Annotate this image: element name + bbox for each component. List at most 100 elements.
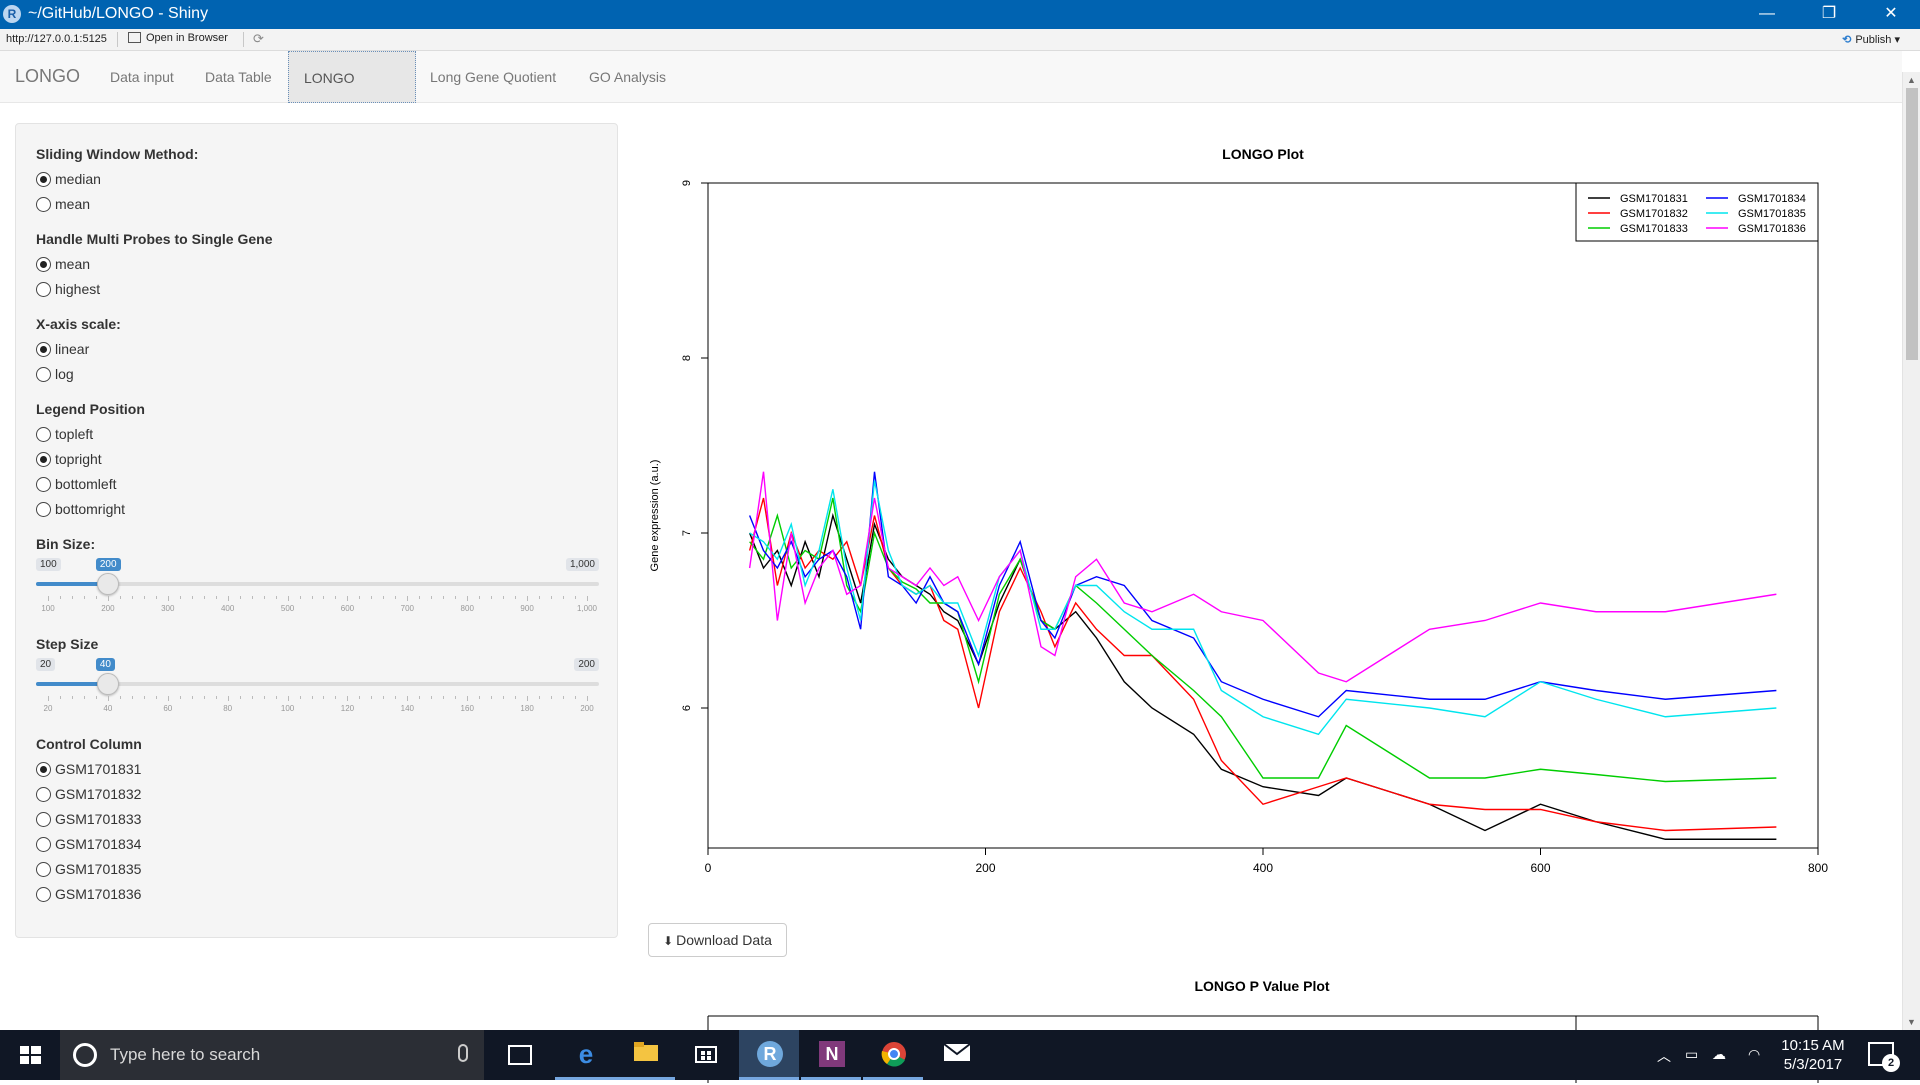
slider-minor-tick	[419, 696, 421, 699]
slider-track[interactable]	[36, 582, 599, 586]
radio-topright[interactable]: topright	[36, 449, 102, 469]
download-data-button[interactable]: ⬇ Download Data	[648, 923, 787, 957]
slider-minor-tick	[515, 596, 517, 599]
action-center-icon[interactable]: 2	[1868, 1042, 1900, 1072]
radio-label: GSM1701833	[55, 811, 142, 827]
edge-app[interactable]: e	[555, 1030, 615, 1080]
radio-gsm1701836[interactable]: GSM1701836	[36, 884, 141, 904]
open-in-browser-button[interactable]: Open in Browser	[128, 32, 228, 44]
radio-mean-probes[interactable]: mean	[36, 254, 90, 274]
radio-icon[interactable]	[36, 787, 51, 802]
scroll-down-icon[interactable]: ▼	[1903, 1014, 1920, 1030]
radio-gsm1701831[interactable]: GSM1701831	[36, 759, 141, 779]
radio-mean-window[interactable]: mean	[36, 194, 90, 214]
slider-tick	[347, 696, 349, 701]
wifi-icon[interactable]: ◠	[1748, 1046, 1760, 1063]
radio-checked-icon[interactable]	[36, 452, 51, 467]
radio-checked-icon[interactable]	[36, 172, 51, 187]
radio-icon[interactable]	[36, 477, 51, 492]
slider-tick-label: 500	[280, 604, 295, 613]
search-placeholder: Type here to search	[110, 1045, 261, 1064]
publish-button[interactable]: ⟲ Publish ▾	[1842, 33, 1900, 46]
slider-track[interactable]	[36, 682, 599, 686]
tab-data-table[interactable]: Data Table	[190, 51, 287, 103]
slider-tick	[287, 696, 289, 701]
radio-log[interactable]: log	[36, 364, 74, 384]
page-scrollbar[interactable]: ▲ ▼	[1902, 72, 1920, 1030]
taskbar-search-box[interactable]: Type here to search	[60, 1030, 484, 1080]
scroll-up-icon[interactable]: ▲	[1903, 72, 1920, 88]
x-tick-label: 400	[1253, 861, 1273, 875]
radio-bottomright[interactable]: bottomright	[36, 499, 125, 519]
restore-button[interactable]: ❐	[1800, 0, 1858, 29]
slider-minor-tick	[323, 596, 325, 599]
slider-minor-tick	[143, 696, 145, 699]
tab-go-analysis[interactable]: GO Analysis	[574, 51, 681, 103]
radio-gsm1701835[interactable]: GSM1701835	[36, 859, 141, 879]
minimize-button[interactable]: —	[1738, 0, 1796, 29]
series-line-gsm1701834	[748, 471, 1777, 718]
slider-handle[interactable]	[96, 573, 119, 595]
radio-gsm1701832[interactable]: GSM1701832	[36, 784, 141, 804]
tab-longo-output[interactable]: LONGO Output	[288, 51, 416, 138]
scrollbar-thumb[interactable]	[1906, 88, 1918, 360]
rstudio-app[interactable]: R	[739, 1030, 799, 1080]
window-title: ~/GitHub/LONGO - Shiny	[28, 5, 209, 22]
radio-topleft[interactable]: topleft	[36, 424, 93, 444]
radio-icon[interactable]	[36, 862, 51, 877]
step-size-slider[interactable]: 20 200 40 20 40 60 80 100 120 140 160 180 200	[36, 658, 599, 718]
radio-checked-icon[interactable]	[36, 342, 51, 357]
radio-highest[interactable]: highest	[36, 279, 100, 299]
series-line-gsm1701832	[748, 497, 1777, 832]
tray-expand-icon[interactable]: ︿	[1657, 1046, 1671, 1066]
radio-icon[interactable]	[36, 197, 51, 212]
radio-icon[interactable]	[36, 367, 51, 382]
slider-minor-tick	[563, 696, 565, 699]
slider-minor-tick	[131, 696, 133, 699]
radio-icon[interactable]	[36, 837, 51, 852]
onenote-app[interactable]: N	[801, 1030, 861, 1080]
radio-icon[interactable]	[36, 502, 51, 517]
radio-icon[interactable]	[36, 812, 51, 827]
battery-icon[interactable]: ▭	[1685, 1046, 1698, 1063]
radio-icon[interactable]	[36, 887, 51, 902]
radio-median[interactable]: median	[36, 169, 101, 189]
radio-linear[interactable]: linear	[36, 339, 89, 359]
slider-minor-tick	[71, 596, 73, 599]
radio-icon[interactable]	[36, 282, 51, 297]
refresh-icon[interactable]: ⟳	[253, 31, 264, 47]
bin-size-slider[interactable]: 100 1,000 200 100 200 300 400 500 600 700 800 90…	[36, 558, 599, 618]
legend-label: GSM1701831	[1620, 193, 1688, 205]
microphone-icon[interactable]	[458, 1044, 468, 1062]
slider-tick	[527, 596, 529, 601]
start-button[interactable]	[0, 1030, 60, 1080]
download-icon: ⬇	[663, 934, 674, 948]
slider-ticks: 20 40 60 80 100 120 140 160 180 200	[36, 696, 599, 716]
task-view-icon[interactable]	[508, 1045, 532, 1065]
mail-app[interactable]	[925, 1030, 985, 1080]
tab-data-input[interactable]: Data input	[95, 51, 189, 103]
tab-long-gene-quotient[interactable]: Long Gene Quotient	[415, 51, 571, 103]
radio-bottomleft[interactable]: bottomleft	[36, 474, 116, 494]
close-button[interactable]: ✕	[1862, 0, 1920, 29]
slider-handle[interactable]	[96, 673, 119, 695]
radio-checked-icon[interactable]	[36, 762, 51, 777]
folder-icon	[633, 1041, 659, 1067]
radio-label: highest	[55, 281, 101, 297]
slider-min-label: 100	[36, 558, 61, 571]
radio-gsm1701833[interactable]: GSM1701833	[36, 809, 141, 829]
chrome-app[interactable]	[863, 1030, 923, 1080]
y-axis-label: Gene expression (a.u.)	[649, 460, 661, 572]
toolbar-divider	[243, 32, 244, 47]
store-app[interactable]	[675, 1030, 735, 1080]
windows-logo-icon	[20, 1046, 41, 1064]
radio-checked-icon[interactable]	[36, 257, 51, 272]
slider-minor-tick	[179, 696, 181, 699]
radio-gsm1701834[interactable]: GSM1701834	[36, 834, 141, 854]
file-explorer-app[interactable]	[615, 1030, 675, 1080]
legend-label: GSM1701832	[1620, 208, 1688, 220]
onedrive-icon[interactable]: ☁	[1712, 1046, 1726, 1063]
radio-icon[interactable]	[36, 427, 51, 442]
radio-label: GSM1701832	[55, 786, 142, 802]
taskbar-clock[interactable]: 10:15 AM 5/3/2017	[1768, 1036, 1858, 1074]
